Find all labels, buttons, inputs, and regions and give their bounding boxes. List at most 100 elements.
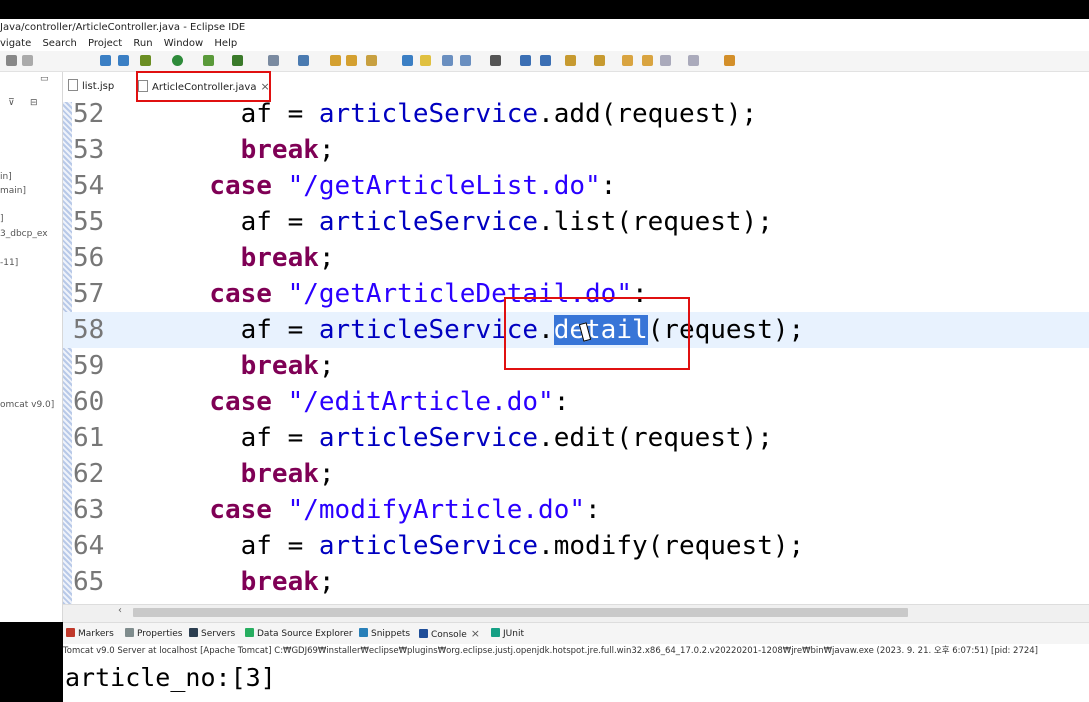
show-block-icon[interactable]: [460, 55, 471, 66]
code-line[interactable]: 52 af = articleService.add(request);: [63, 102, 1089, 132]
string-token: "/editArticle.do": [287, 387, 554, 417]
code-text: case "/modifyArticle.do":: [178, 492, 600, 528]
run-icon[interactable]: [172, 55, 183, 66]
debug-icon[interactable]: [140, 55, 151, 66]
tree-item[interactable]: -11]: [0, 258, 18, 268]
tab-snippets[interactable]: Snippets: [359, 623, 410, 645]
previous-annotation-icon[interactable]: [594, 55, 605, 66]
pin-editor-icon[interactable]: [402, 55, 413, 66]
menu-project[interactable]: Project: [88, 38, 122, 49]
horizontal-scrollbar[interactable]: ‹: [63, 604, 1089, 622]
tab-markers[interactable]: Markers: [66, 623, 114, 645]
new-java-project-icon[interactable]: [298, 55, 309, 66]
next-annotation-icon[interactable]: [565, 55, 576, 66]
tab-junit[interactable]: JUnit: [491, 623, 524, 645]
new-server-icon[interactable]: [268, 55, 279, 66]
menu-navigate[interactable]: vigate: [0, 38, 31, 49]
tab-list-jsp[interactable]: list.jsp: [68, 78, 114, 96]
tree-item[interactable]: main]: [0, 186, 26, 196]
console-output-area[interactable]: article_no:[3]: [63, 658, 1089, 702]
tab-console[interactable]: Console ×: [419, 623, 480, 646]
forward-edit-icon[interactable]: [642, 55, 653, 66]
code-text: af = articleService.edit(request);: [178, 420, 773, 456]
line-number: 53: [73, 135, 105, 165]
external-tools-icon[interactable]: [232, 55, 243, 66]
tree-item[interactable]: omcat v9.0]: [0, 400, 54, 410]
coverage-icon[interactable]: [203, 55, 214, 66]
tree-item[interactable]: ]: [0, 214, 4, 224]
menu-search[interactable]: Search: [42, 38, 76, 49]
open-task-icon[interactable]: [346, 55, 357, 66]
last-edit-location-icon[interactable]: [622, 55, 633, 66]
field-token: articleService: [318, 423, 539, 453]
code-line[interactable]: 64 af = articleService.modify(request);: [63, 528, 1089, 564]
line-number: 58: [73, 315, 105, 345]
tab-properties[interactable]: Properties: [125, 623, 182, 645]
collapse-icon[interactable]: ⊟: [30, 98, 38, 108]
menu-run[interactable]: Run: [133, 38, 152, 49]
field-token: articleService: [318, 102, 539, 129]
close-icon[interactable]: ×: [471, 627, 480, 640]
block-selection-icon[interactable]: [118, 55, 129, 66]
code-token: ;: [318, 243, 335, 273]
task-icon[interactable]: [540, 55, 551, 66]
tree-item[interactable]: in]: [0, 172, 12, 182]
save-all-icon[interactable]: [22, 55, 33, 66]
show-whitespace-icon[interactable]: [442, 55, 453, 66]
forward-icon[interactable]: [688, 55, 699, 66]
save-icon[interactable]: [6, 55, 17, 66]
keyword-token: case: [209, 279, 272, 309]
code-line[interactable]: 60 case "/editArticle.do":: [63, 384, 1089, 420]
tab-label: Markers: [78, 629, 114, 639]
search-icon[interactable]: [366, 55, 377, 66]
string-token: "/getArticleList.do": [287, 171, 601, 201]
code-line[interactable]: 53 break;: [63, 132, 1089, 168]
toggle-breadcrumb-icon[interactable]: [100, 55, 111, 66]
tab-servers[interactable]: Servers: [189, 623, 235, 645]
scroll-left-icon[interactable]: ‹: [118, 605, 122, 616]
code-text: break;: [178, 132, 335, 168]
debug-view-icon[interactable]: [520, 55, 531, 66]
servers-icon: [189, 628, 198, 637]
back-icon[interactable]: [660, 55, 671, 66]
field-token: articleService: [318, 531, 539, 561]
code-token: ;: [318, 459, 335, 489]
highlight-box-detail: [504, 297, 690, 370]
scrollbar-thumb[interactable]: [133, 608, 908, 617]
mark-occurrences-icon[interactable]: [420, 55, 431, 66]
menu-help[interactable]: Help: [214, 38, 237, 49]
open-type-icon[interactable]: [330, 55, 341, 66]
code-text: break;: [178, 240, 335, 276]
code-line[interactable]: 54 case "/getArticleList.do":: [63, 168, 1089, 204]
tab-label: Data Source Explorer: [257, 629, 353, 639]
data-source-icon: [245, 628, 254, 637]
pilcrow-icon[interactable]: [490, 55, 501, 66]
line-number: 55: [73, 207, 105, 237]
tab-label: JUnit: [503, 629, 524, 639]
code-line[interactable]: 56 break;: [63, 240, 1089, 276]
minimize-icon[interactable]: ▭: [40, 74, 49, 84]
code-line[interactable]: 62 break;: [63, 456, 1089, 492]
code-line[interactable]: 55 af = articleService.list(request);: [63, 204, 1089, 240]
markers-icon: [66, 628, 75, 637]
console-output-text: article_no:[3]: [65, 663, 276, 692]
code-line[interactable]: 65 break;: [63, 564, 1089, 600]
keyword-token: break: [240, 135, 319, 165]
line-number: 60: [73, 387, 105, 417]
code-text: break;: [178, 348, 335, 384]
menu-window[interactable]: Window: [164, 38, 203, 49]
code-line[interactable]: 61 af = articleService.edit(request);: [63, 420, 1089, 456]
bottom-view-tabs: Markers Properties Servers Data Source E…: [63, 622, 1089, 645]
filter-icon[interactable]: ⊽: [8, 98, 15, 108]
keyword-token: case: [209, 387, 272, 417]
code-token: .list(request);: [538, 207, 773, 237]
menu-bar: vigate Search Project Run Window Help: [0, 36, 1089, 51]
properties-icon: [125, 628, 134, 637]
code-line[interactable]: 63 case "/modifyArticle.do":: [63, 492, 1089, 528]
tree-item[interactable]: 3_dbcp_ex: [0, 229, 48, 239]
code-text: af = articleService.modify(request);: [178, 528, 805, 564]
tab-data-source-explorer[interactable]: Data Source Explorer: [245, 623, 353, 645]
new-window-icon[interactable]: [724, 55, 735, 66]
